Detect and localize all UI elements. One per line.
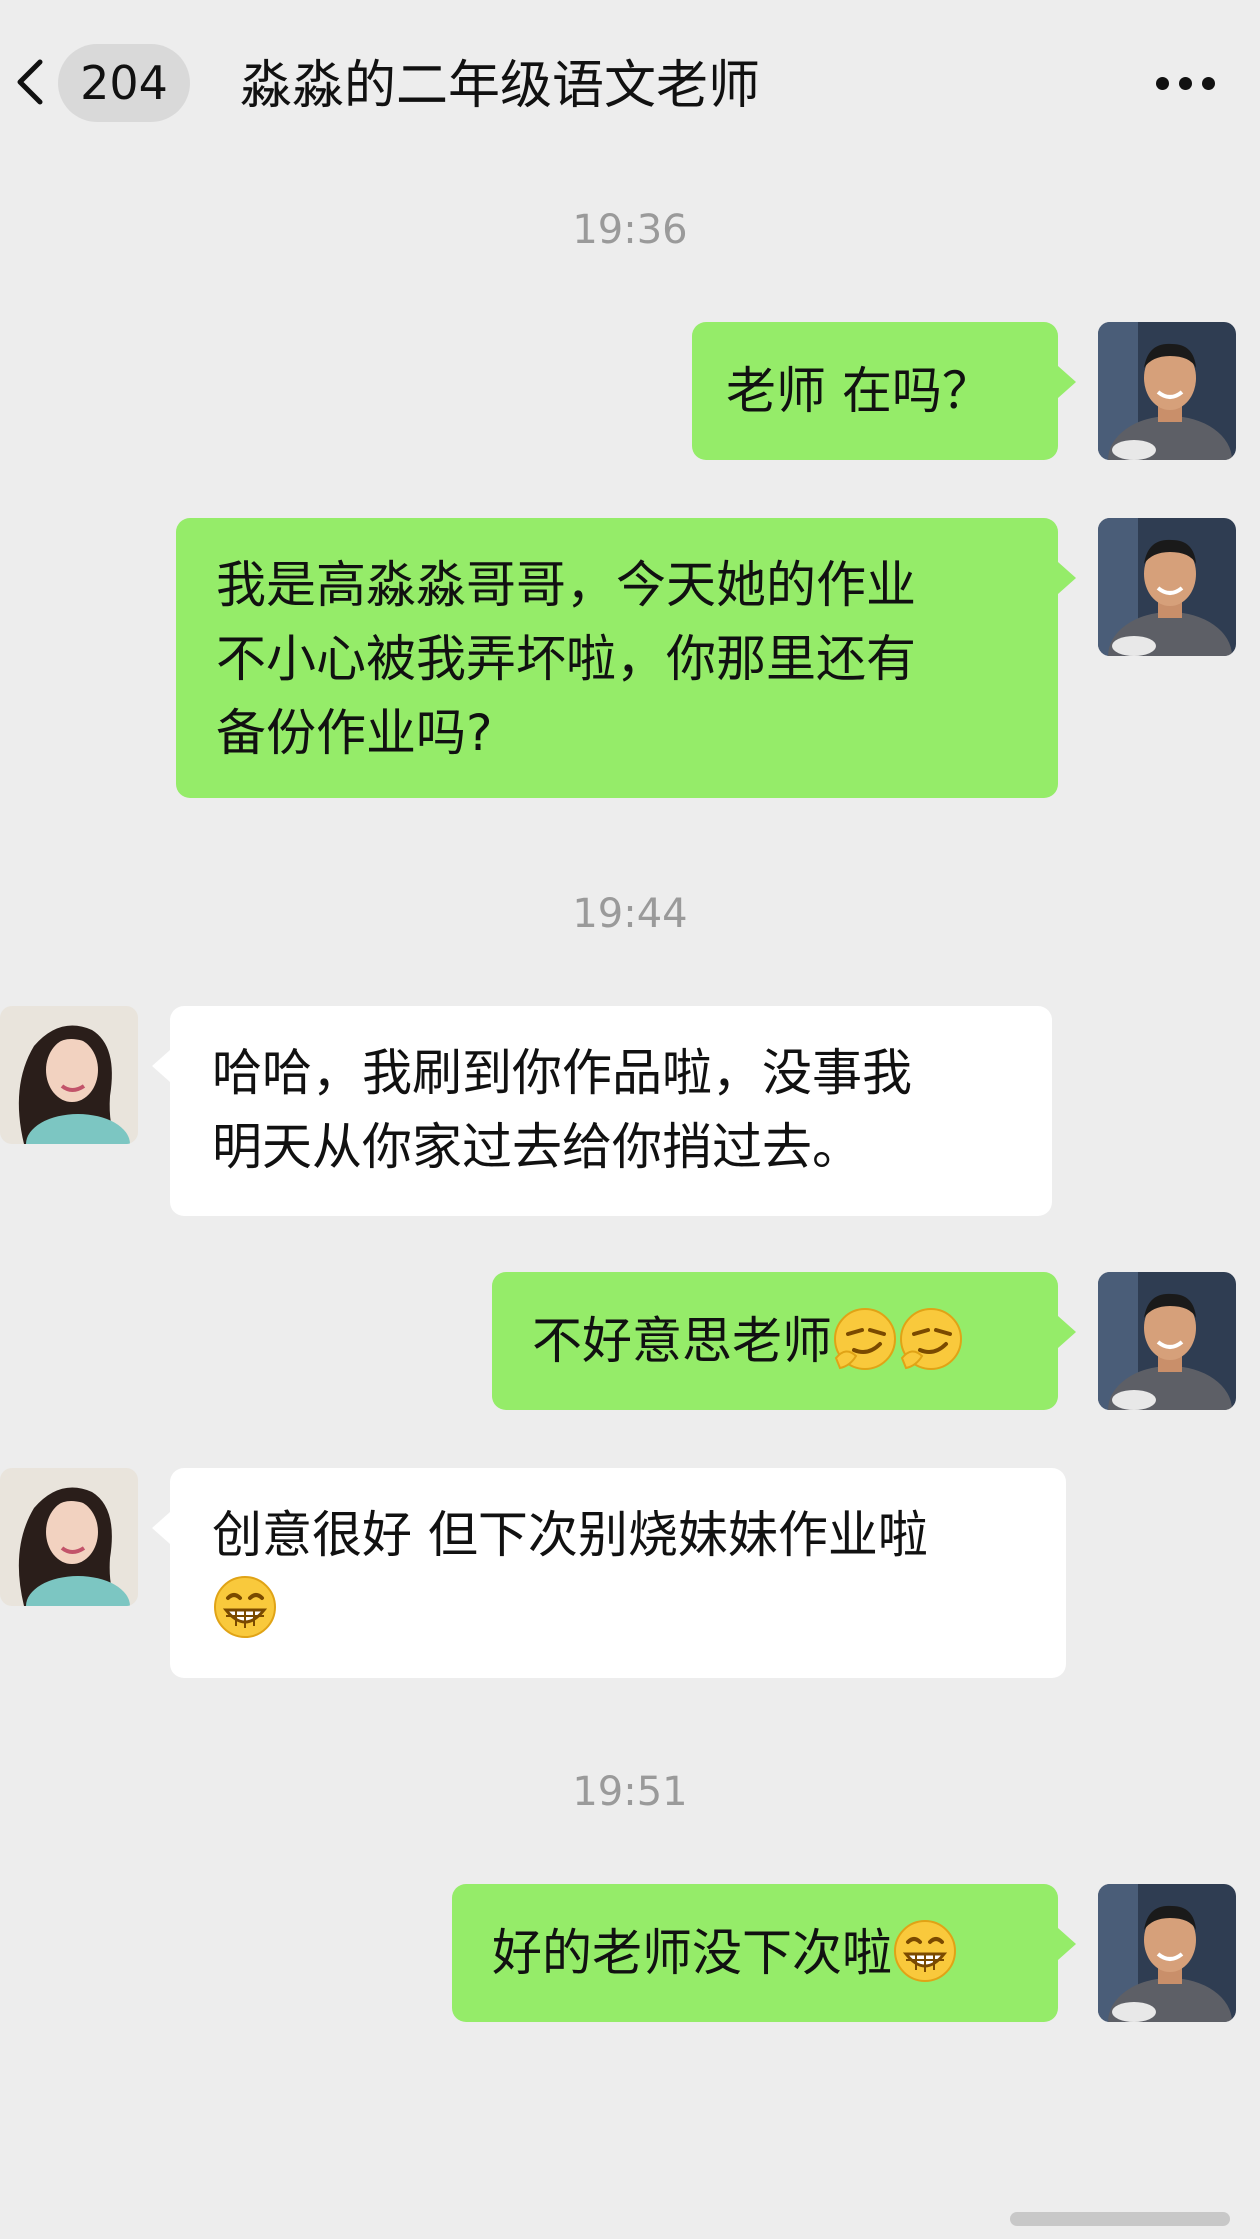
my-avatar[interactable]	[1098, 1884, 1236, 2022]
message-text: 好的老师没下次啦	[492, 1924, 892, 1982]
ellipsis-icon	[1155, 76, 1169, 90]
message-timestamp: 19:44	[572, 891, 688, 937]
chat-title: 淼淼的二年级语文老师	[240, 56, 761, 116]
smirk-emoji-icon	[832, 1306, 898, 1372]
unread-count-badge[interactable]: 204	[58, 44, 190, 122]
my-avatar[interactable]	[1098, 322, 1236, 460]
teacher-avatar[interactable]	[0, 1468, 138, 1606]
teacher-avatar[interactable]	[0, 1006, 138, 1144]
sent-message-bubble[interactable]: 不好意思老师	[492, 1272, 1076, 1410]
message-text: 哈哈，我刷到你作品啦，没事我 明天从你家过去给你捎过去。	[212, 1044, 912, 1176]
message-text: 老师 在吗？	[726, 362, 992, 420]
more-options-button[interactable]	[1140, 58, 1230, 108]
chevron-left-icon[interactable]	[6, 56, 58, 108]
chat-header: 204 淼淼的二年级语文老师	[0, 0, 1260, 170]
grin-emoji-icon	[212, 1574, 278, 1640]
received-message-bubble[interactable]: 哈哈，我刷到你作品啦，没事我 明天从你家过去给你捎过去。	[152, 1006, 1052, 1216]
ellipsis-icon	[1178, 76, 1192, 90]
my-avatar[interactable]	[1098, 1272, 1236, 1410]
my-avatar[interactable]	[1098, 518, 1236, 656]
received-message-bubble[interactable]: 创意很好 但下次别烧妹妹作业啦	[152, 1468, 1066, 1678]
sent-message-bubble[interactable]: 老师 在吗？	[692, 322, 1076, 460]
message-timestamp: 19:51	[572, 1769, 688, 1815]
sent-message-bubble[interactable]: 我是高淼淼哥哥，今天她的作业 不小心被我弄坏啦，你那里还有 备份作业吗?	[176, 518, 1076, 798]
message-text: 我是高淼淼哥哥，今天她的作业 不小心被我弄坏啦，你那里还有 备份作业吗?	[216, 556, 916, 762]
sent-message-bubble[interactable]: 好的老师没下次啦	[452, 1884, 1076, 2022]
message-timestamp: 19:36	[572, 207, 688, 253]
smirk-emoji-icon	[898, 1306, 964, 1372]
message-text: 创意很好 但下次别烧妹妹作业啦	[212, 1506, 928, 1564]
ellipsis-icon	[1201, 76, 1215, 90]
grin-emoji-icon	[892, 1918, 958, 1984]
message-text: 不好意思老师	[532, 1312, 832, 1370]
home-indicator	[1010, 2212, 1230, 2226]
chat-screen: 204 淼淼的二年级语文老师 19:36 老师 在吗？ 我是高淼淼哥哥，今天她的…	[0, 0, 1260, 2239]
